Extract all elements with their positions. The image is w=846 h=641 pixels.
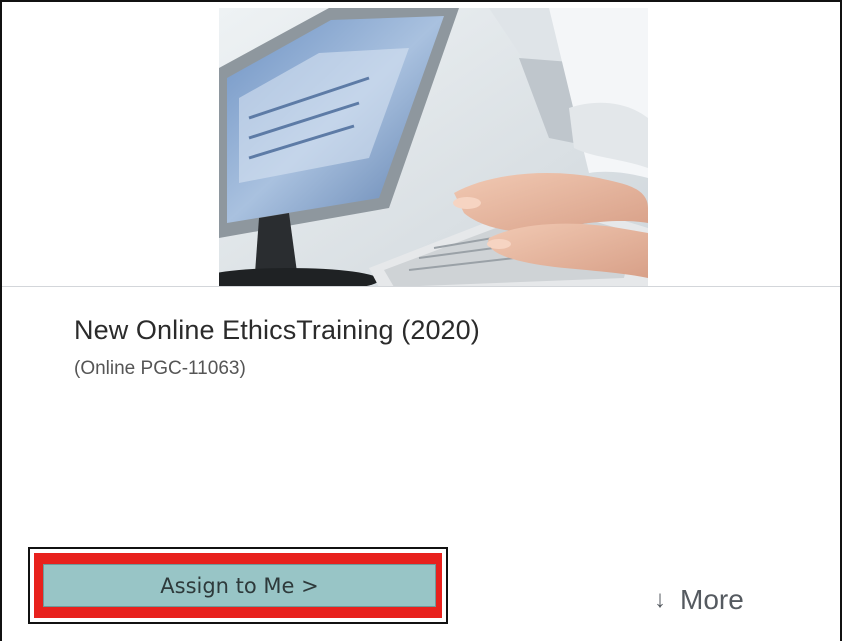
card-divider: [2, 286, 840, 287]
assign-to-me-button[interactable]: Assign to Me >: [43, 564, 436, 607]
more-button[interactable]: ↓ More: [654, 584, 744, 616]
course-card: New Online EthicsTraining (2020) (Online…: [0, 0, 842, 641]
course-title[interactable]: New Online EthicsTraining (2020): [74, 315, 480, 346]
arrow-down-icon: ↓: [654, 586, 666, 613]
more-label: More: [680, 584, 744, 615]
course-thumbnail: [219, 8, 648, 287]
course-code: (Online PGC-11063): [74, 358, 246, 379]
